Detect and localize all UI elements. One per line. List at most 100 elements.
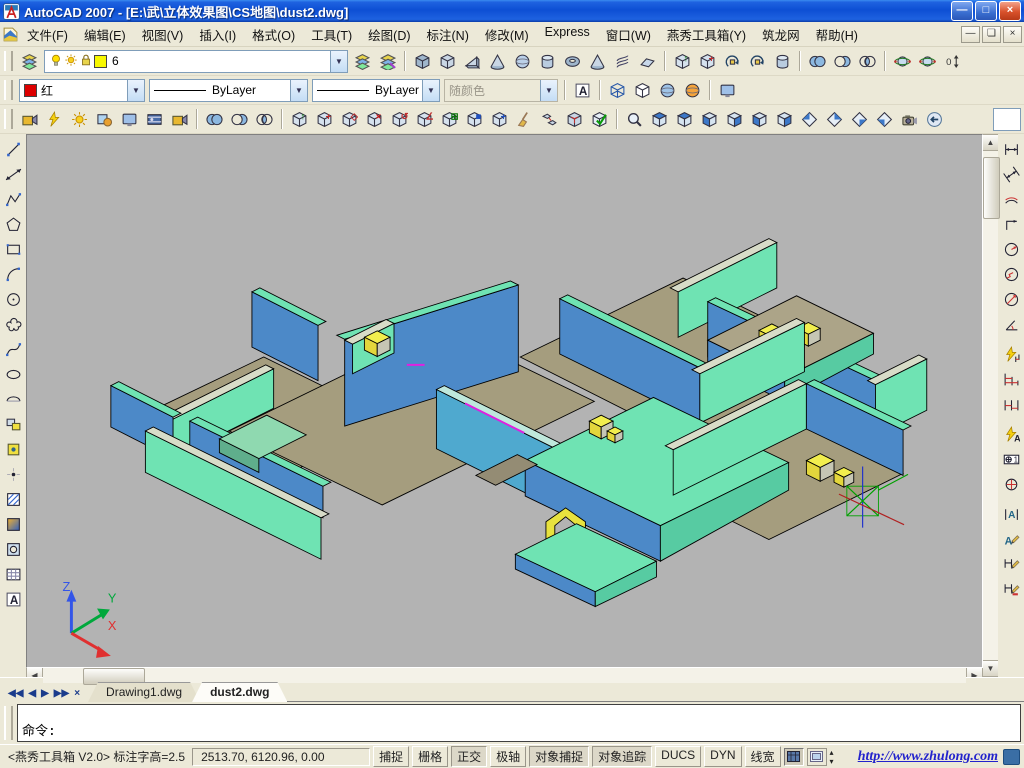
shaded-style-button[interactable] [680, 78, 705, 103]
lineweight-control-dropdown-icon[interactable]: ▼ [422, 79, 439, 101]
helix-button[interactable] [610, 49, 635, 74]
materials-button[interactable] [92, 107, 117, 132]
toggle-对象追踪[interactable]: 对象追踪 [592, 746, 653, 767]
lineweight-control[interactable]: ByLayer ▼ [312, 78, 440, 102]
view-control-combo[interactable] [993, 107, 1021, 131]
menu-帮助h[interactable]: 帮助(H) [808, 22, 866, 47]
vertical-scroll-thumb[interactable] [983, 157, 1000, 219]
menu-绘图d[interactable]: 绘图(D) [360, 22, 418, 47]
render-button[interactable] [17, 107, 42, 132]
menu-标注n[interactable]: 标注(N) [419, 22, 477, 47]
intersect-button[interactable] [855, 49, 880, 74]
lights-button[interactable] [42, 107, 67, 132]
copy-faces-button[interactable]: ⊞ [437, 107, 462, 132]
dimension-style-button[interactable] [999, 577, 1024, 602]
layer-previous-button[interactable] [375, 49, 400, 74]
menu-工具t[interactable]: 工具(T) [303, 22, 360, 47]
2d-wireframe-style-button[interactable] [605, 78, 630, 103]
box-button[interactable] [410, 49, 435, 74]
command-input[interactable]: 命令: [17, 704, 1021, 742]
3d-wireframe-style-button[interactable] [655, 78, 680, 103]
angular-dimension-button[interactable] [999, 312, 1024, 337]
center-mark-button[interactable] [999, 472, 1024, 497]
rectangle-button[interactable] [1, 237, 26, 262]
dimension-text-edit-button[interactable]: A [999, 527, 1024, 552]
polygon-button[interactable] [1, 212, 26, 237]
multiline-text-button[interactable]: A [1, 587, 26, 612]
tab-first-button[interactable]: ◀◀ [6, 688, 25, 699]
dimension-update-button[interactable] [999, 552, 1024, 577]
union-2-button[interactable] [202, 107, 227, 132]
sun-properties-button[interactable] [67, 107, 92, 132]
tab-previous-button[interactable]: ◀ [26, 688, 38, 699]
thicken-button[interactable] [622, 107, 647, 132]
loft-button[interactable] [770, 49, 795, 74]
layer-states-manager-button[interactable] [350, 49, 375, 74]
revision-cloud-button[interactable] [1, 312, 26, 337]
view-ne-isometric-button[interactable] [847, 107, 872, 132]
tab-drawing1.dwg[interactable]: Drawing1.dwg [88, 682, 200, 702]
plot-style-control-dropdown-icon[interactable]: ▼ [540, 79, 557, 101]
planar-surface-button[interactable] [635, 49, 660, 74]
arc-length-dimension-button[interactable] [999, 187, 1024, 212]
circle-button[interactable] [1, 287, 26, 312]
view-top-button[interactable] [647, 107, 672, 132]
cone-button[interactable] [485, 49, 510, 74]
minimize-button[interactable]: — [951, 1, 973, 21]
menu-格式o[interactable]: 格式(O) [244, 22, 303, 47]
mdi-minimize-button[interactable]: — [961, 25, 980, 43]
view-front-button[interactable] [747, 107, 772, 132]
drawing-area[interactable]: Z YX [26, 134, 983, 668]
maximize-button[interactable]: □ [975, 1, 997, 21]
sphere-button[interactable] [510, 49, 535, 74]
subtract-button[interactable] [830, 49, 855, 74]
3d-orbit-button[interactable] [890, 49, 915, 74]
menu-文件f[interactable]: 文件(F) [19, 22, 76, 47]
coordinates-display[interactable]: 2513.70, 6120.96, 0.00 [192, 747, 371, 766]
toolbar-grip[interactable] [4, 109, 13, 129]
3d-hidden-style-button[interactable] [630, 78, 655, 103]
shell-button[interactable] [562, 107, 587, 132]
menu-插入i[interactable]: 插入(I) [191, 22, 244, 47]
menu-修改m[interactable]: 修改(M) [477, 22, 537, 47]
extrude-faces-button[interactable]: ↑ [287, 107, 312, 132]
model-space-button[interactable] [783, 747, 804, 766]
box-corner-button[interactable] [435, 49, 460, 74]
toggle-线宽[interactable]: 线宽 [744, 746, 781, 767]
subtract-2-button[interactable] [227, 107, 252, 132]
layer-combo-dropdown-icon[interactable]: ▼ [330, 50, 347, 72]
scroll-down-button[interactable]: ▼ [982, 660, 999, 677]
wedge-button[interactable] [460, 49, 485, 74]
extrude-button[interactable]: ↑ [670, 49, 695, 74]
view-nw-isometric-button[interactable] [872, 107, 897, 132]
toolbar-grip[interactable] [4, 80, 13, 100]
baseline-dimension-button[interactable] [999, 367, 1024, 392]
view-right-button[interactable] [722, 107, 747, 132]
ellipse-arc-button[interactable] [1, 387, 26, 412]
clean-button[interactable] [512, 107, 537, 132]
continue-dimension-button[interactable] [999, 392, 1024, 417]
view-sw-isometric-button[interactable] [797, 107, 822, 132]
linear-dimension-button[interactable] [999, 137, 1024, 162]
taper-faces-button[interactable]: ∠ [412, 107, 437, 132]
layer-control-combo[interactable]: 6 ▼ [44, 49, 348, 73]
intersect-2-button[interactable] [252, 107, 277, 132]
check-button[interactable] [587, 107, 612, 132]
linetype-control[interactable]: ByLayer ▼ [149, 78, 308, 102]
toolbar-grip[interactable] [4, 51, 13, 71]
ellipse-button[interactable] [1, 362, 26, 387]
dimension-edit-button[interactable]: A [999, 502, 1024, 527]
command-window-grip[interactable] [4, 706, 13, 740]
mdi-restore-button[interactable]: ❏ [982, 25, 1001, 43]
planar-mapping-button[interactable] [117, 107, 142, 132]
region-button[interactable] [1, 537, 26, 562]
cylinder-button[interactable] [535, 49, 560, 74]
pyramid-button[interactable] [585, 49, 610, 74]
draw-line-button[interactable] [1, 137, 26, 162]
quick-leader-button[interactable]: A [999, 422, 1024, 447]
3d-move-button[interactable]: + [695, 49, 720, 74]
toggle-ducs[interactable]: DUCS [655, 746, 702, 767]
revolve-button[interactable] [720, 49, 745, 74]
color-control-dropdown-icon[interactable]: ▼ [127, 79, 144, 101]
view-se-isometric-button[interactable] [822, 107, 847, 132]
